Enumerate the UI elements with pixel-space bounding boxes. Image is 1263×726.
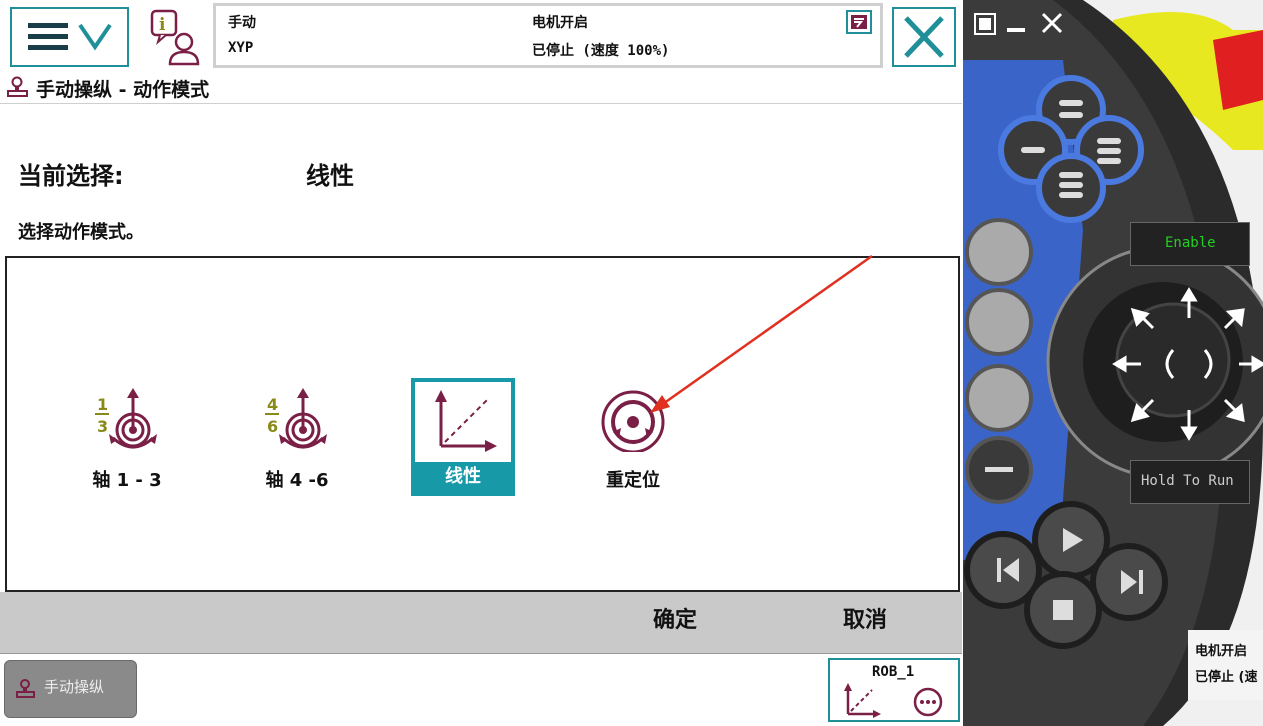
option-label: 线性 xyxy=(414,462,512,492)
page-title: 手动操纵 - 动作模式 xyxy=(36,79,210,101)
option-label: 轴 4 -6 xyxy=(265,470,329,491)
cancel-button[interactable]: 取消 xyxy=(810,592,920,652)
hold-to-run-label: Hold To Run xyxy=(1141,473,1234,489)
option-axis-1-3[interactable]: 1 3 轴 1 - 3 xyxy=(75,378,179,496)
info-user-icon: i xyxy=(150,9,200,66)
instruction-text: 选择动作模式。 xyxy=(18,222,144,243)
option-label: 重定位 xyxy=(606,470,660,491)
jog-icon xyxy=(7,76,28,97)
axis-4-6-icon: 4 6 xyxy=(265,388,327,449)
bg-state-text: 已停止 (速 xyxy=(1195,670,1258,685)
mode-text: 手动 xyxy=(228,15,256,31)
current-selection-label: 当前选择: xyxy=(18,162,124,190)
status-panel[interactable]: 手动 XYP 电机开启 已停止 (速度 100%) xyxy=(213,3,883,68)
svg-text:i: i xyxy=(159,15,166,35)
jog-icon xyxy=(16,679,35,698)
flexpendant-device: Enable Hold To Run 电机开启 已停止 (速 xyxy=(963,0,1263,726)
taskbar xyxy=(0,655,962,726)
axis-1-3-icon: 1 3 xyxy=(95,388,157,449)
event-log-button[interactable]: i xyxy=(146,8,208,66)
close-button[interactable] xyxy=(892,7,956,67)
robot-name-text: ROB_1 xyxy=(872,664,915,680)
taskbar-item-label: 手动操纵 xyxy=(44,678,105,696)
linear-mode-icon xyxy=(844,683,881,718)
option-axis-4-6[interactable]: 4 6 轴 4 -6 xyxy=(245,378,349,496)
bg-motor-text: 电机开启 xyxy=(1195,644,1248,659)
svg-text:1: 1 xyxy=(97,395,108,414)
option-label: 轴 1 - 3 xyxy=(92,470,162,491)
linear-icon xyxy=(435,390,497,452)
robot-status-icon xyxy=(846,10,872,34)
title-row: 手动操纵 - 动作模式 xyxy=(0,70,962,104)
enable-label: Enable xyxy=(1165,235,1216,251)
enable-indicator[interactable]: Enable xyxy=(1130,222,1250,266)
option-linear[interactable]: 线性 xyxy=(411,378,515,496)
current-selection-value: 线性 xyxy=(306,162,354,190)
close-icon xyxy=(904,16,944,58)
svg-text:4: 4 xyxy=(267,395,278,414)
motor-state-text: 电机开启 xyxy=(532,15,588,31)
main-menu-button[interactable] xyxy=(10,7,129,67)
svg-text:6: 6 xyxy=(267,417,278,436)
svg-text:3: 3 xyxy=(97,417,108,436)
system-name-text: XYP xyxy=(228,40,254,56)
menu-icon xyxy=(28,23,112,51)
annotation-arrow xyxy=(650,254,873,413)
run-state-text: 已停止 (速度 100%) xyxy=(532,43,670,59)
pendant-body xyxy=(963,0,1263,726)
ok-button[interactable]: 确定 xyxy=(620,592,730,652)
hold-to-run-button[interactable]: Hold To Run xyxy=(1130,460,1250,504)
more-options-icon xyxy=(913,687,943,717)
